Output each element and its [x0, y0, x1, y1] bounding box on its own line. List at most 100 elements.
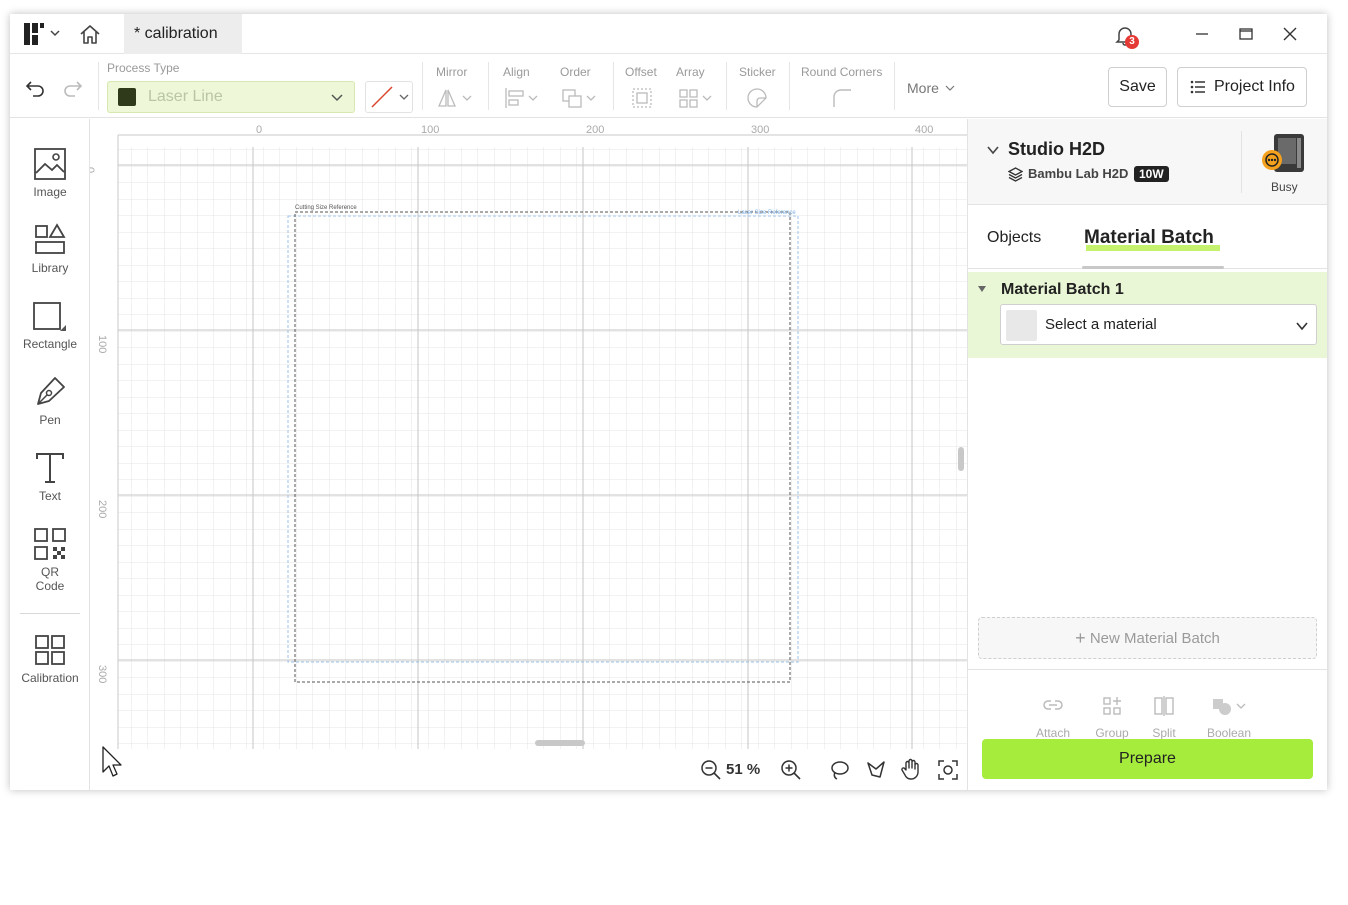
more-menu[interactable]: More [907, 80, 955, 96]
attach-label: Attach [1035, 726, 1071, 740]
toolbar-divider [488, 62, 489, 110]
pen-icon [37, 377, 65, 405]
line-color-icon [371, 86, 393, 108]
qr-code-tool[interactable]: QR Code [10, 527, 90, 593]
offset-icon[interactable] [631, 87, 653, 109]
array-icon[interactable] [678, 87, 714, 109]
sticker-icon[interactable] [746, 87, 768, 109]
attach-button[interactable]: Attach [1028, 695, 1078, 740]
app-window: * calibration 3 Process Type Laser Line [10, 14, 1327, 790]
device-name: Studio H2D [1008, 139, 1105, 159]
order-icon[interactable] [561, 87, 597, 109]
round-corners-icon[interactable] [831, 87, 853, 109]
lasso-icon[interactable] [829, 759, 851, 781]
collapse-caret-icon[interactable] [978, 286, 986, 292]
panel-tabs: Objects Material Batch [968, 205, 1327, 269]
hand-icon[interactable] [900, 758, 922, 780]
right-panel: Studio H2D Bambu Lab H2D 10W Busy Object… [967, 119, 1327, 790]
new-material-batch-button[interactable]: + New Material Batch [978, 617, 1317, 659]
split-button[interactable]: Split [1139, 695, 1189, 740]
device-status: Busy [1271, 180, 1298, 194]
image-tool[interactable]: Image [10, 147, 90, 199]
text-icon [36, 453, 64, 483]
zoom-in-icon[interactable] [780, 759, 802, 781]
toolbar-divider [98, 62, 99, 110]
process-type-select[interactable]: Laser Line [107, 81, 355, 113]
project-info-button[interactable]: Project Info [1177, 67, 1307, 107]
image-icon [34, 148, 66, 180]
home-icon[interactable] [78, 23, 102, 45]
tab-objects[interactable]: Objects [987, 229, 1041, 247]
save-button[interactable]: Save [1108, 67, 1167, 107]
fit-view-icon[interactable] [937, 759, 959, 781]
device-header[interactable]: Studio H2D Bambu Lab H2D 10W Busy [968, 119, 1327, 205]
ruler-top-label: 100 [421, 124, 440, 136]
toolbar-divider [422, 62, 423, 110]
align-label: Align [503, 65, 530, 79]
calibration-tool[interactable]: Calibration [10, 633, 90, 685]
rectangle-tool-label: Rectangle [22, 337, 78, 351]
chevron-down-icon [1296, 322, 1308, 331]
group-icon [1103, 697, 1121, 715]
printer-icon[interactable] [1260, 132, 1306, 176]
ruler-top-label: 400 [915, 124, 934, 136]
array-label: Array [676, 65, 705, 79]
chevron-down-icon[interactable] [986, 143, 1000, 157]
material-select[interactable]: Select a material [1000, 304, 1317, 345]
rectangle-tool[interactable]: Rectangle [10, 299, 90, 351]
material-select-label: Select a material [1045, 316, 1157, 333]
undo-icon[interactable] [24, 76, 46, 98]
line-color-select[interactable] [365, 81, 413, 113]
device-model: Bambu Lab H2D [1028, 166, 1129, 181]
list-icon [1190, 80, 1205, 94]
toolbar-divider [894, 62, 895, 110]
group-label: Group [1095, 726, 1129, 740]
toolbar: Process Type Laser Line Mirror Align Ord… [10, 54, 1327, 118]
ruler-left-label: 0 [90, 167, 96, 173]
library-tool[interactable]: Library [10, 223, 90, 275]
redo-icon[interactable] [62, 76, 84, 98]
chevron-down-icon [399, 94, 409, 100]
laser-power-badge: 10W [1134, 166, 1169, 182]
calibration-tool-label: Calibration [21, 671, 79, 685]
chevron-down-icon [331, 94, 343, 102]
chevron-down-icon [945, 85, 955, 91]
split-icon [1154, 696, 1174, 716]
mouse-cursor-icon [102, 746, 122, 777]
active-tab-indicator [1082, 266, 1224, 269]
mirror-icon[interactable] [437, 87, 473, 109]
new-batch-label: New Material Batch [1089, 630, 1220, 647]
batch-title: Material Batch 1 [1001, 281, 1124, 298]
chevron-down-icon[interactable] [48, 26, 62, 40]
magic-select-icon[interactable] [865, 759, 887, 781]
align-icon[interactable] [504, 87, 540, 109]
cutting-reference-label: Cutting Size Reference [295, 205, 357, 211]
pen-tool-label: Pen [39, 413, 61, 427]
app-logo-icon[interactable] [24, 23, 44, 45]
boolean-button[interactable]: Boolean [1204, 695, 1254, 740]
qr-code-tool-label: QR Code [35, 565, 65, 593]
design-canvas[interactable]: 0 100 200 300 400 0 100 200 300 Cutting … [90, 119, 967, 790]
order-label: Order [560, 65, 591, 79]
minimize-icon[interactable] [1192, 24, 1212, 44]
zoom-level[interactable]: 51 % [726, 761, 760, 778]
document-tab[interactable]: * calibration [124, 14, 242, 54]
layers-icon [1008, 167, 1023, 182]
mirror-label: Mirror [436, 65, 468, 79]
zoom-controls: 51 % [700, 757, 960, 785]
close-icon[interactable] [1280, 24, 1300, 44]
tab-material-batch[interactable]: Material Batch [1084, 227, 1214, 249]
pen-tool[interactable]: Pen [10, 375, 90, 427]
process-type-value: Laser Line [148, 88, 223, 105]
prepare-button[interactable]: Prepare [982, 739, 1313, 779]
zoom-out-icon[interactable] [700, 759, 722, 781]
image-tool-label: Image [33, 185, 67, 199]
group-button[interactable]: Group [1087, 695, 1137, 740]
ruler-top-label: 0 [256, 124, 263, 136]
offset-label: Offset [625, 65, 657, 79]
round-corners-label: Round Corners [801, 65, 883, 79]
laser-line-icon [118, 88, 136, 106]
maximize-icon[interactable] [1236, 24, 1256, 44]
plus-icon: + [1075, 628, 1086, 648]
text-tool[interactable]: Text [10, 451, 90, 503]
